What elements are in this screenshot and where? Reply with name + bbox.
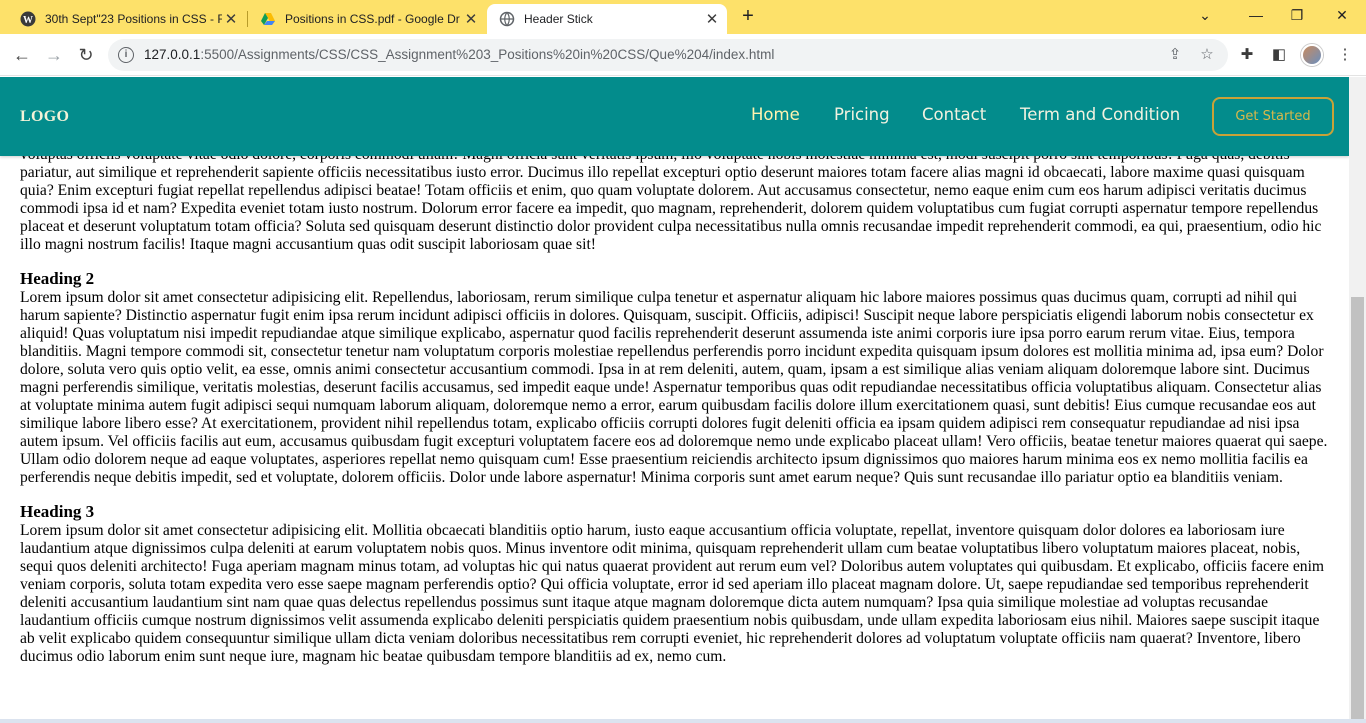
svg-text:W: W — [23, 15, 33, 26]
tab-title: Positions in CSS.pdf - Google Dr — [285, 12, 460, 26]
globe-icon — [499, 11, 515, 27]
new-tab-button[interactable]: + — [736, 5, 760, 29]
site-info-icon[interactable]: i — [118, 47, 134, 63]
maximize-icon[interactable]: ❐ — [1277, 3, 1317, 27]
minimize-icon[interactable]: — — [1236, 3, 1276, 27]
sticky-header: LOGO Home Pricing Contact Term and Condi… — [0, 77, 1349, 156]
reload-icon[interactable]: ↻ — [74, 43, 98, 67]
tab-search-chevron-icon[interactable]: ⌄ — [1185, 3, 1225, 27]
heading-3: Heading 3 — [20, 502, 95, 521]
vertical-scrollbar[interactable] — [1349, 77, 1366, 723]
address-bar[interactable]: i 127.0.0.1:5500/Assignments/CSS/CSS_Ass… — [108, 39, 1228, 71]
close-icon[interactable]: ✕ — [703, 10, 721, 28]
scrollbar-thumb[interactable] — [1351, 297, 1364, 721]
bookmark-star-icon[interactable]: ☆ — [1198, 46, 1216, 64]
tab-header-stick[interactable]: Header Stick ✕ — [487, 4, 727, 34]
extensions-puzzle-icon[interactable]: ✚ — [1238, 46, 1256, 64]
tab-title: Header Stick — [524, 12, 593, 26]
nav-contact[interactable]: Contact — [922, 105, 986, 124]
close-icon[interactable]: ✕ — [222, 10, 240, 28]
page-content: voluptas officiis voluptate vitae odio d… — [20, 146, 1330, 666]
wordpress-icon: W — [20, 11, 36, 27]
page-viewport: voluptas officiis voluptate vitae odio d… — [0, 77, 1366, 723]
nav-term-and-condition[interactable]: Term and Condition — [1020, 105, 1180, 124]
tab-google-drive[interactable]: Positions in CSS.pdf - Google Dr ✕ — [248, 4, 486, 34]
google-drive-icon — [261, 13, 275, 25]
tab-title: 30th Sept"23 Positions in CSS - F — [45, 12, 222, 26]
nav-pricing[interactable]: Pricing — [834, 105, 890, 124]
heading-2: Heading 2 — [20, 269, 95, 288]
window-bottom-edge — [0, 719, 1366, 723]
back-arrow-icon[interactable]: ← — [10, 43, 34, 67]
profile-avatar[interactable] — [1301, 44, 1323, 66]
intro-paragraph: voluptas officiis voluptate vitae odio d… — [20, 146, 1322, 253]
browser-tab-strip: W 30th Sept"23 Positions in CSS - F ✕ Po… — [0, 0, 1366, 34]
kebab-menu-icon[interactable]: ⋮ — [1336, 46, 1354, 64]
get-started-button[interactable]: Get Started — [1212, 97, 1334, 136]
paragraph-3: Lorem ipsum dolor sit amet consectetur a… — [20, 522, 1325, 665]
forward-arrow-icon[interactable]: → — [42, 43, 66, 67]
url-text: 127.0.0.1:5500/Assignments/CSS/CSS_Assig… — [144, 47, 775, 62]
share-icon[interactable]: ⇪ — [1166, 46, 1184, 64]
browser-toolbar: ← → ↻ i 127.0.0.1:5500/Assignments/CSS/C… — [0, 34, 1366, 76]
tab-wordpress[interactable]: W 30th Sept"23 Positions in CSS - F ✕ — [8, 4, 246, 34]
close-icon[interactable]: ✕ — [462, 10, 480, 28]
logo[interactable]: LOGO — [20, 108, 69, 126]
close-window-icon[interactable]: ✕ — [1322, 3, 1362, 27]
nav-home[interactable]: Home — [751, 105, 800, 124]
side-panel-icon[interactable]: ◧ — [1270, 46, 1288, 64]
paragraph-2: Lorem ipsum dolor sit amet consectetur a… — [20, 289, 1328, 486]
